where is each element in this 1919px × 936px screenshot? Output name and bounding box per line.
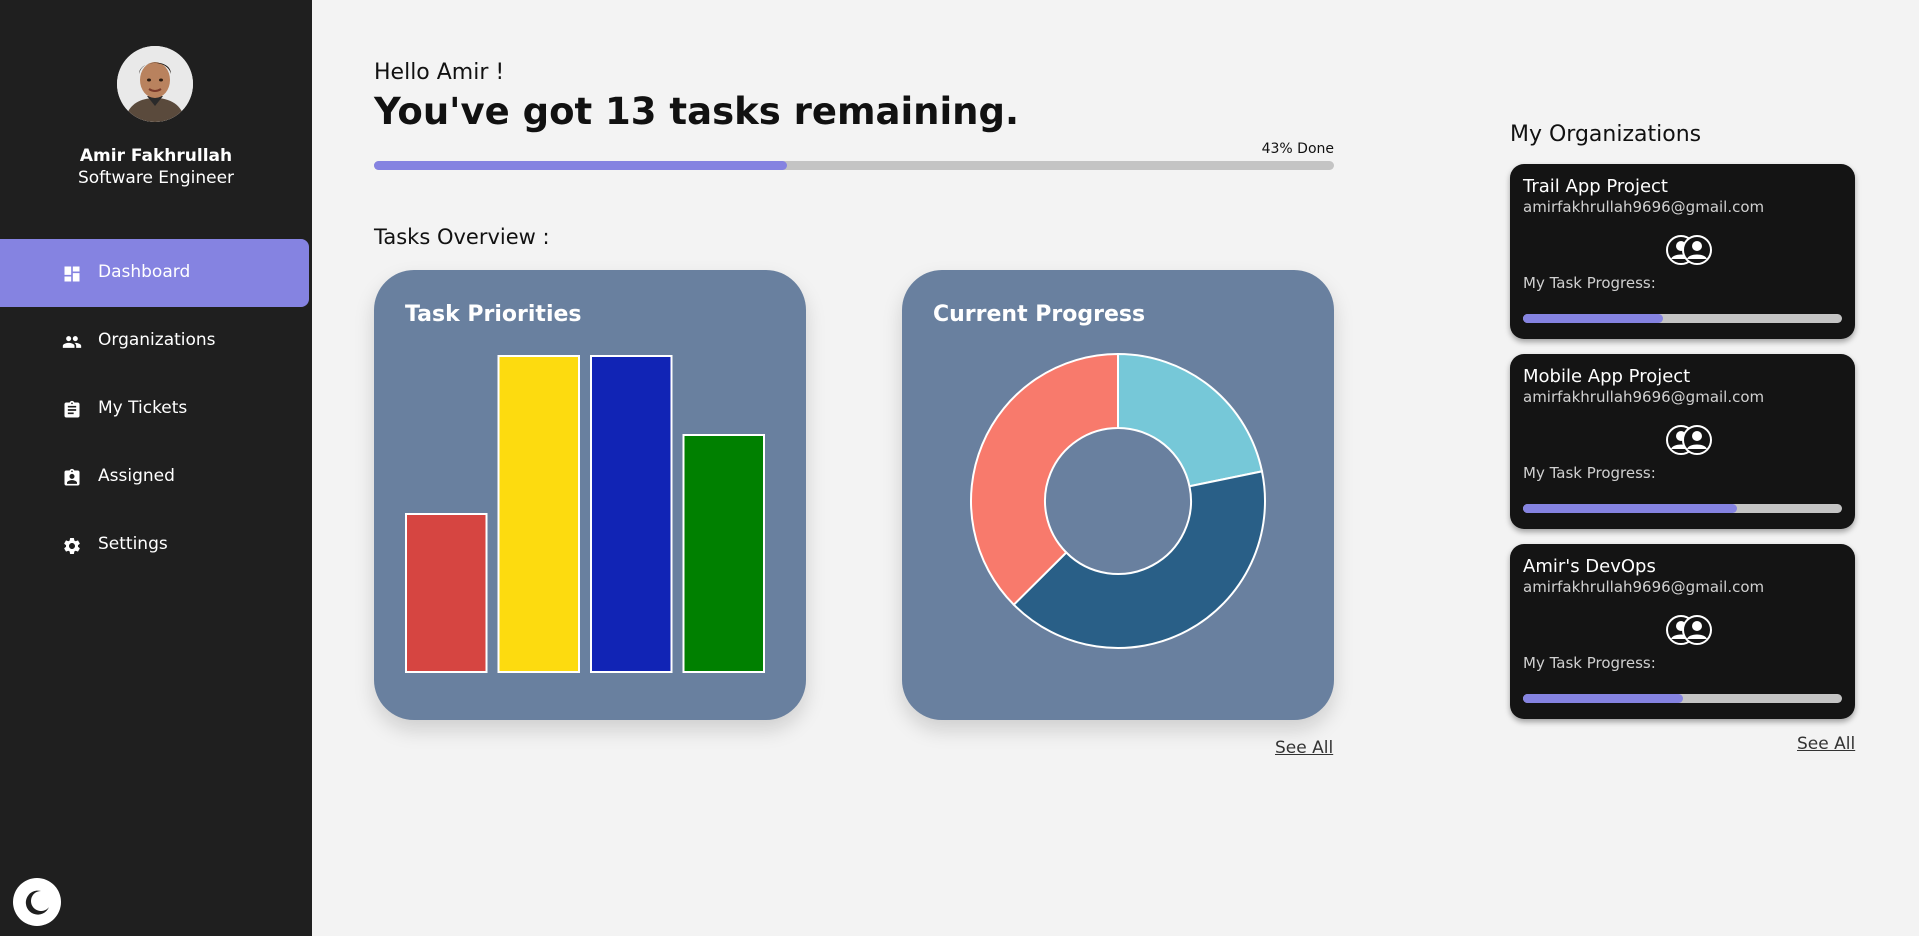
- progress-label: 43% Done: [1261, 141, 1334, 157]
- group-icon: [1666, 425, 1712, 455]
- donut-slice: [970, 352, 1119, 607]
- org-progress-fill: [1523, 314, 1664, 323]
- see-all-organizations-link[interactable]: See All: [1797, 734, 1855, 754]
- group-icon: [1666, 235, 1712, 265]
- sidebar-nav: Dashboard Organizations My Tickets Assig…: [0, 239, 312, 579]
- org-progress-bar: [1523, 694, 1842, 703]
- bar: [590, 355, 673, 673]
- sidebar: Amir Fakhrullah Software Engineer Dashbo…: [0, 0, 312, 936]
- org-card[interactable]: Trail App Project amirfakhrullah9696@gma…: [1510, 164, 1855, 339]
- theme-toggle-button[interactable]: [13, 878, 61, 926]
- org-progress-label: My Task Progress:: [1523, 274, 1656, 292]
- current-progress-chart: [970, 352, 1266, 649]
- org-progress-label: My Task Progress:: [1523, 654, 1656, 672]
- sidebar-item-label: Dashboard: [98, 262, 191, 282]
- see-all-tasks-link[interactable]: See All: [1275, 738, 1333, 758]
- assigned-icon: [64, 468, 80, 486]
- org-card[interactable]: Amir's DevOps amirfakhrullah9696@gmail.c…: [1510, 544, 1855, 719]
- sidebar-item-label: Organizations: [98, 330, 216, 350]
- people-icon: [62, 336, 82, 348]
- org-email: amirfakhrullah9696@gmail.com: [1523, 578, 1765, 596]
- bar: [497, 355, 580, 673]
- tasks-overview-title: Tasks Overview :: [374, 225, 550, 249]
- org-card[interactable]: Mobile App Project amirfakhrullah9696@gm…: [1510, 354, 1855, 529]
- current-progress-card: Current Progress: [902, 270, 1334, 720]
- org-email: amirfakhrullah9696@gmail.com: [1523, 388, 1765, 406]
- clipboard-icon: [64, 400, 80, 418]
- profile-role: Software Engineer: [77, 168, 235, 188]
- organizations-title: My Organizations: [1510, 122, 1702, 147]
- sidebar-item-assigned[interactable]: Assigned: [0, 443, 312, 511]
- org-progress-bar: [1523, 314, 1842, 323]
- org-name: Trail App Project: [1523, 176, 1668, 197]
- org-email: amirfakhrullah9696@gmail.com: [1523, 198, 1765, 216]
- overall-progress-bar: [374, 161, 1334, 170]
- dashboard-icon: [64, 266, 80, 282]
- donut-slice: [1117, 352, 1264, 488]
- org-progress-fill: [1523, 694, 1683, 703]
- sidebar-item-label: My Tickets: [98, 398, 188, 418]
- org-progress-fill: [1523, 504, 1737, 513]
- org-progress-bar: [1523, 504, 1842, 513]
- sidebar-item-label: Assigned: [98, 466, 175, 486]
- page-title: You've got 13 tasks remaining.: [374, 90, 1020, 133]
- overall-progress-fill: [374, 161, 787, 170]
- bar: [405, 513, 488, 673]
- profile-name: Amir Fakhrullah: [79, 146, 233, 166]
- org-name: Mobile App Project: [1523, 366, 1691, 387]
- task-priorities-card: Task Priorities: [374, 270, 806, 720]
- group-icon: [1666, 615, 1712, 645]
- greeting: Hello Amir !: [374, 60, 505, 85]
- sidebar-item-label: Settings: [98, 534, 168, 554]
- gear-icon: [64, 538, 80, 554]
- org-name: Amir's DevOps: [1523, 556, 1656, 577]
- sidebar-item-dashboard[interactable]: Dashboard: [0, 239, 309, 307]
- avatar: [117, 46, 193, 122]
- moon-icon: [25, 890, 49, 915]
- task-priorities-chart: [405, 355, 765, 673]
- bar: [682, 434, 765, 673]
- sidebar-item-my-tickets[interactable]: My Tickets: [0, 375, 312, 443]
- sidebar-item-settings[interactable]: Settings: [0, 511, 312, 579]
- sidebar-item-organizations[interactable]: Organizations: [0, 307, 312, 375]
- org-progress-label: My Task Progress:: [1523, 464, 1656, 482]
